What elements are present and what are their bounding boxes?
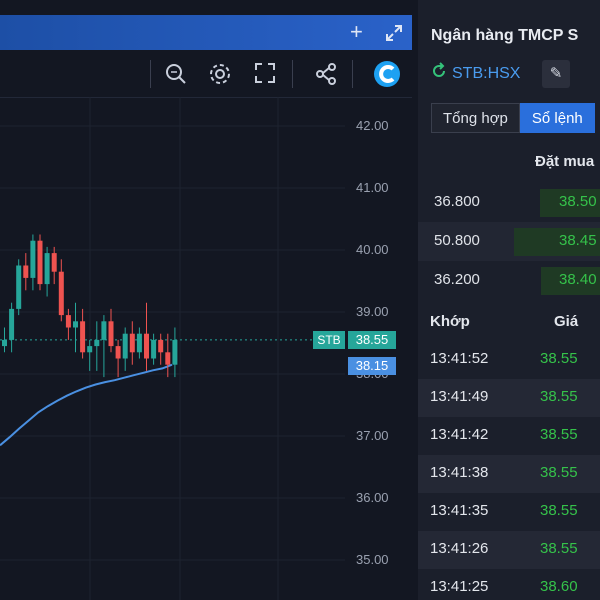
trades-time-header: Khớp (430, 313, 470, 330)
ma-line (0, 363, 173, 447)
order-panel: Ngân hàng TMCP S STB:HSX ✎ Tổng hợp Sổ l… (418, 0, 600, 600)
order-qty: 36.800 (434, 193, 480, 210)
trade-row: 13:41:38 38.55 (418, 455, 600, 493)
trade-row: 13:41:49 38.55 (418, 379, 600, 417)
plus-icon[interactable]: + (350, 21, 363, 43)
candle-body (115, 346, 121, 359)
share-icon[interactable] (314, 62, 338, 91)
order-price: 38.40 (559, 271, 597, 288)
candle-body (158, 339, 164, 353)
trade-row: 13:41:26 38.55 (418, 531, 600, 569)
candle-body (73, 321, 78, 328)
price-axis-label: 35.00 (356, 552, 389, 567)
trade-time: 13:41:49 (430, 388, 489, 405)
panel-tabs: Tổng hợp Sổ lệnh (431, 103, 595, 133)
order-row: 36.800 38.50 (418, 183, 600, 222)
trade-row: 13:41:52 38.55 (418, 341, 600, 379)
price-axis-label: 39.00 (356, 304, 389, 319)
trade-time: 13:41:42 (430, 426, 489, 443)
candle-body (94, 339, 100, 347)
trades-price-header: Giá (554, 313, 579, 330)
candle-body (30, 240, 36, 278)
expand-icon[interactable] (384, 23, 404, 47)
order-row: 36.200 38.40 (418, 261, 600, 300)
candle-body (16, 265, 22, 309)
order-qty: 50.800 (434, 232, 480, 249)
order-price: 38.50 (559, 193, 597, 210)
candle-body (2, 339, 7, 347)
edit-button[interactable]: ✎ (542, 60, 570, 88)
tab-order-book[interactable]: Sổ lệnh (519, 103, 595, 133)
candle-body (58, 271, 64, 316)
ma-value-tag: 38.15 (348, 357, 396, 375)
last-price-tag: 38.55 (348, 331, 396, 349)
company-name: Ngân hàng TMCP S (431, 27, 579, 44)
trade-price: 38.55 (540, 426, 578, 443)
trade-price: 38.55 (540, 350, 578, 367)
trade-price: 38.55 (540, 540, 578, 557)
trade-time: 13:41:38 (430, 464, 489, 481)
chart-panel: + 42.0041.0040.0039.0038.0037.0036.0035.… (0, 0, 412, 600)
candle-body (51, 253, 57, 272)
candle-body (172, 339, 178, 365)
chart-header: + (0, 15, 412, 50)
candle-body (108, 321, 114, 347)
tab-summary[interactable]: Tổng hợp (431, 103, 520, 133)
trade-time: 13:41:35 (430, 502, 489, 519)
price-axis-label: 42.00 (356, 118, 389, 133)
candle-body (44, 253, 50, 285)
price-axis-label: 36.00 (356, 490, 389, 505)
orders-header: Đặt mua (535, 153, 595, 170)
candle-body (80, 321, 86, 353)
candle-body (151, 339, 157, 359)
candle-body (101, 321, 107, 340)
candle-body (87, 346, 93, 353)
toolbar-divider (150, 60, 151, 88)
trade-time: 13:41:26 (430, 540, 489, 557)
gear-icon[interactable] (208, 62, 232, 91)
trade-price: 38.55 (540, 388, 578, 405)
fullscreen-icon[interactable] (254, 62, 276, 89)
candle-body (129, 333, 135, 353)
candle-body (122, 333, 128, 359)
symbol-tag: STB (313, 331, 345, 349)
price-axis-label: 40.00 (356, 242, 389, 257)
candle-body (136, 333, 142, 353)
toolbar-divider (352, 60, 353, 88)
order-price: 38.45 (559, 232, 597, 249)
refresh-icon (430, 62, 448, 85)
logo-icon[interactable] (372, 59, 402, 94)
candle-body (144, 333, 149, 359)
trades-header: Khớp Giá (418, 301, 600, 342)
order-qty: 36.200 (434, 271, 480, 288)
ticker-symbol: STB:HSX (452, 64, 521, 82)
chart-toolbar (0, 50, 412, 98)
trade-row: 13:41:25 38.60 (418, 569, 600, 600)
trade-time: 13:41:25 (430, 578, 489, 595)
candle-body (65, 315, 71, 328)
price-axis-label: 41.00 (356, 180, 389, 195)
trade-price: 38.55 (540, 464, 578, 481)
candle-body (165, 352, 171, 365)
trade-row: 13:41:42 38.55 (418, 417, 600, 455)
candle-body (9, 308, 15, 340)
trade-price: 38.55 (540, 502, 578, 519)
trade-row: 13:41:35 38.55 (418, 493, 600, 531)
trade-price: 38.60 (540, 578, 578, 595)
toolbar-divider (292, 60, 293, 88)
order-row: 50.800 38.45 (418, 222, 600, 261)
candle-body (37, 240, 43, 285)
ticker-link[interactable]: STB:HSX (430, 62, 520, 85)
price-axis-label: 37.00 (356, 428, 389, 443)
candle-body (23, 265, 29, 278)
pencil-icon: ✎ (549, 65, 563, 82)
price-chart[interactable]: 42.0041.0040.0039.0038.0037.0036.0035.00… (0, 97, 412, 600)
trade-time: 13:41:52 (430, 350, 489, 367)
zoom-icon[interactable] (164, 62, 188, 91)
